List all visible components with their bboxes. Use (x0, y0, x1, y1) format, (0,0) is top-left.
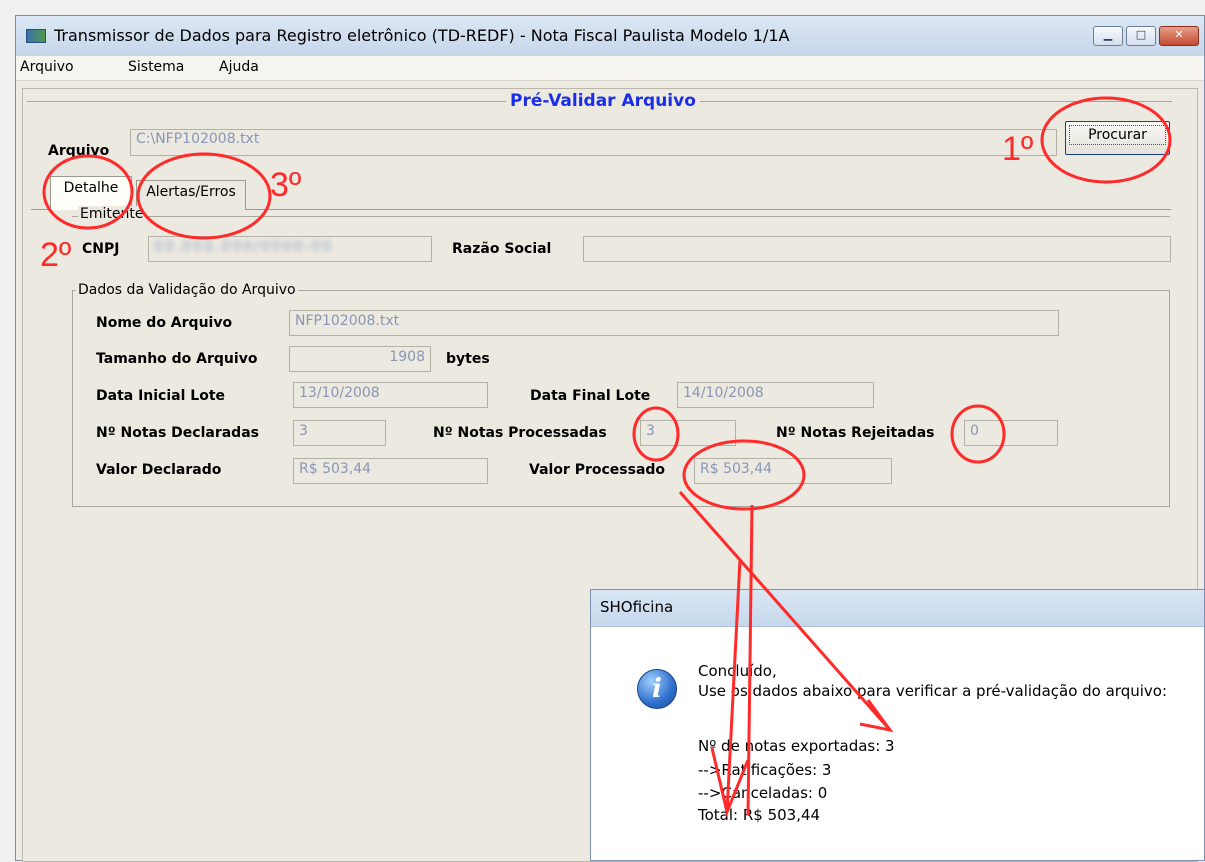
dialog-line-exportadas: Nº de notas exportadas: 3 (698, 737, 895, 755)
tamanho-arquivo-label: Tamanho do Arquivo (96, 351, 258, 367)
close-icon: ✕ (1174, 28, 1184, 41)
tamanho-arquivo-field: 1908 (289, 346, 431, 372)
cnpj-input[interactable]: 00.000.000/0000-00 (148, 236, 432, 262)
arquivo-input[interactable]: C:\NFP102008.txt (130, 129, 1057, 156)
procurar-button[interactable]: Procurar (1065, 121, 1170, 155)
tab-detalhe[interactable]: Detalhe (50, 176, 132, 210)
notas-processadas-field: 3 (640, 420, 736, 446)
cnpj-value: 00.000.000/0000-00 (154, 239, 334, 255)
info-icon: i (637, 669, 677, 709)
bytes-unit: bytes (446, 351, 490, 367)
minimize-icon: ▁ (1103, 28, 1113, 41)
valor-declarado-label: Valor Declarado (96, 462, 222, 478)
cnpj-label: CNPJ (82, 241, 120, 257)
notas-rejeitadas-label: Nº Notas Rejeitadas (776, 425, 935, 441)
notas-declaradas-field: 3 (293, 420, 386, 446)
emitente-border (72, 216, 1170, 217)
maximize-button[interactable]: □ (1126, 26, 1156, 46)
message-dialog: SHOficina i Concluído, Use os dados abai… (590, 589, 1205, 861)
notas-processadas-label: Nº Notas Processadas (433, 425, 607, 441)
valor-processado-field: R$ 503,44 (694, 458, 892, 484)
dialog-line-concluido: Concluído, (698, 662, 777, 680)
data-final-field: 14/10/2008 (677, 382, 874, 408)
dialog-title: SHOficina (600, 598, 674, 616)
nome-arquivo-field: NFP102008.txt (289, 310, 1059, 336)
valor-declarado-field: R$ 503,44 (293, 458, 488, 484)
close-button[interactable]: ✕ (1159, 26, 1199, 46)
nome-arquivo-label: Nome do Arquivo (96, 315, 233, 331)
data-inicial-field: 13/10/2008 (293, 382, 488, 408)
menu-ajuda[interactable]: Ajuda (219, 59, 259, 75)
procurar-label: Procurar (1069, 125, 1166, 145)
menu-sistema[interactable]: Sistema (128, 59, 184, 75)
maximize-icon: □ (1135, 28, 1147, 41)
arquivo-label: Arquivo (48, 143, 110, 159)
title-bar: Transmissor de Dados para Registro eletr… (16, 16, 1204, 57)
dialog-title-bar[interactable]: SHOficina (591, 590, 1204, 627)
menu-bar: Arquivo Sistema Ajuda (16, 56, 1204, 81)
razao-social-label: Razão Social (452, 241, 552, 257)
dialog-line-ratificacoes: -->Ratificações: 3 (698, 761, 832, 779)
menu-arquivo[interactable]: Arquivo (20, 59, 74, 75)
data-final-label: Data Final Lote (530, 388, 651, 404)
razao-social-input[interactable] (583, 236, 1171, 262)
section-title: Pré-Validar Arquivo (506, 91, 700, 111)
dialog-line-instrucao: Use os dados abaixo para verificar a pré… (698, 682, 1168, 700)
emitente-legend: Emitente (78, 206, 146, 222)
dialog-line-canceladas: -->Canceladas: 0 (698, 784, 828, 802)
minimize-button[interactable]: ▁ (1093, 26, 1123, 46)
notas-declaradas-label: Nº Notas Declaradas (96, 425, 259, 441)
validacao-legend: Dados da Validação do Arquivo (76, 282, 298, 298)
data-inicial-label: Data Inicial Lote (96, 388, 226, 404)
tab-alertas-erros[interactable]: Alertas/Erros (136, 180, 246, 210)
dialog-line-total: Total: R$ 503,44 (698, 806, 821, 824)
app-icon (26, 29, 46, 43)
valor-processado-label: Valor Processado (529, 462, 666, 478)
window-title: Transmissor de Dados para Registro eletr… (54, 26, 790, 45)
notas-rejeitadas-field: 0 (964, 420, 1058, 446)
